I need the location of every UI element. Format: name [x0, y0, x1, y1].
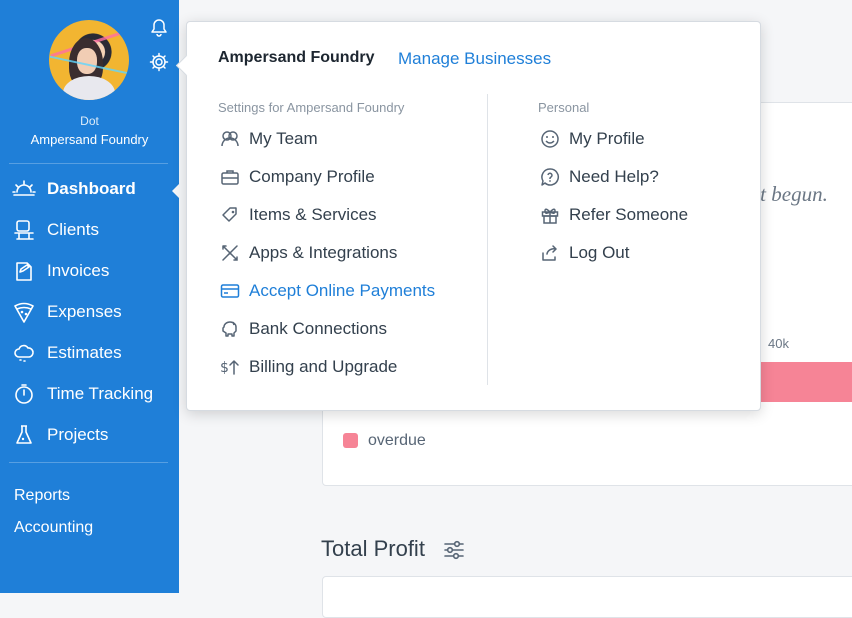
empty-state-text: st begun. [752, 182, 828, 206]
gift-icon [540, 205, 560, 225]
axis-tick: 40k [768, 336, 789, 351]
nav-label: Dashboard [47, 179, 136, 198]
piggy-bank-icon [220, 319, 240, 339]
logout-icon [540, 243, 560, 263]
briefcase-icon [220, 167, 240, 187]
clients-icon [12, 218, 36, 242]
team-icon [220, 129, 240, 149]
dollar-arrow-icon: $ [220, 357, 240, 377]
menu-log-out[interactable]: Log Out [540, 241, 630, 265]
popover-business-title: Ampersand Foundry [218, 49, 375, 66]
menu-company-profile[interactable]: Company Profile [220, 165, 375, 189]
help-bubble-icon [540, 167, 560, 187]
menu-need-help[interactable]: Need Help? [540, 165, 659, 189]
menu-refer-someone[interactable]: Refer Someone [540, 203, 688, 227]
reports-link[interactable]: Reports [14, 487, 70, 505]
menu-label: My Profile [569, 129, 645, 148]
nav-invoices[interactable]: Invoices [0, 253, 179, 289]
legend-swatch [343, 433, 358, 448]
menu-items-services[interactable]: Items & Services [220, 203, 377, 227]
tag-icon [220, 205, 240, 225]
filter-sliders-icon[interactable] [443, 540, 465, 560]
menu-label: Refer Someone [569, 205, 689, 224]
sun-icon [12, 177, 36, 201]
menu-billing-upgrade[interactable]: $ Billing and Upgrade [220, 355, 397, 379]
settings-popover: Ampersand Foundry Manage Businesses Sett… [175, 21, 761, 411]
legend-label: overdue [368, 432, 426, 449]
nav-label: Projects [47, 425, 109, 444]
menu-label: Apps & Integrations [249, 243, 398, 262]
menu-label: Billing and Upgrade [249, 357, 398, 376]
bell-icon[interactable] [150, 18, 168, 38]
avatar[interactable] [49, 20, 129, 100]
column-divider [487, 94, 488, 385]
menu-apps-integrations[interactable]: Apps & Integrations [220, 241, 397, 265]
credit-card-icon [220, 281, 240, 301]
settings-section-label: Settings for Ampersand Foundry [218, 100, 405, 115]
nav-expenses[interactable]: Expenses [0, 294, 179, 330]
menu-my-profile[interactable]: My Profile [540, 127, 645, 151]
nav-label: Estimates [47, 343, 122, 362]
nav-estimates[interactable]: Estimates [0, 335, 179, 371]
tools-icon [220, 243, 240, 263]
overdue-bar [745, 362, 852, 402]
menu-label: Accept Online Payments [249, 281, 436, 300]
menu-bank-connections[interactable]: Bank Connections [220, 317, 387, 341]
menu-label: Bank Connections [249, 319, 387, 338]
avatar-face [77, 48, 97, 74]
business-name: Ampersand Foundry [30, 132, 149, 147]
personal-section-label: Personal [538, 100, 590, 115]
nav-projects[interactable]: Projects [0, 417, 179, 453]
divider [9, 462, 168, 463]
menu-label: Items & Services [249, 205, 377, 224]
menu-label: Company Profile [249, 167, 375, 186]
cloud-icon [12, 341, 36, 365]
manage-businesses-link[interactable]: Manage Businesses [398, 49, 551, 69]
invoice-icon [12, 259, 36, 283]
menu-label: Log Out [569, 243, 630, 262]
divider [9, 163, 168, 164]
menu-label: Need Help? [569, 167, 659, 186]
avatar-shirt [63, 76, 115, 100]
nav-label: Clients [47, 220, 99, 239]
menu-my-team[interactable]: My Team [220, 127, 318, 151]
menu-accept-online-payments[interactable]: Accept Online Payments [220, 279, 435, 303]
gear-icon[interactable] [149, 52, 169, 72]
section-title: Total Profit [321, 536, 425, 561]
nav-label: Expenses [47, 302, 122, 321]
smiley-icon [540, 129, 560, 149]
nav-time-tracking[interactable]: Time Tracking [0, 376, 179, 412]
pizza-icon [12, 300, 36, 324]
nav-label: Invoices [47, 261, 110, 280]
profit-card [322, 576, 852, 618]
accounting-link[interactable]: Accounting [14, 519, 93, 537]
flask-icon [12, 423, 36, 447]
user-name: Dot [80, 114, 99, 128]
menu-label: My Team [249, 129, 318, 148]
active-indicator [172, 184, 179, 198]
svg-text:$: $ [220, 360, 229, 376]
nav-dashboard[interactable]: Dashboard [0, 171, 179, 207]
stopwatch-icon [12, 382, 36, 406]
nav-clients[interactable]: Clients [0, 212, 179, 248]
sidebar: Dot Ampersand Foundry Dashboard Clients … [0, 0, 179, 593]
nav-label: Time Tracking [47, 384, 154, 403]
